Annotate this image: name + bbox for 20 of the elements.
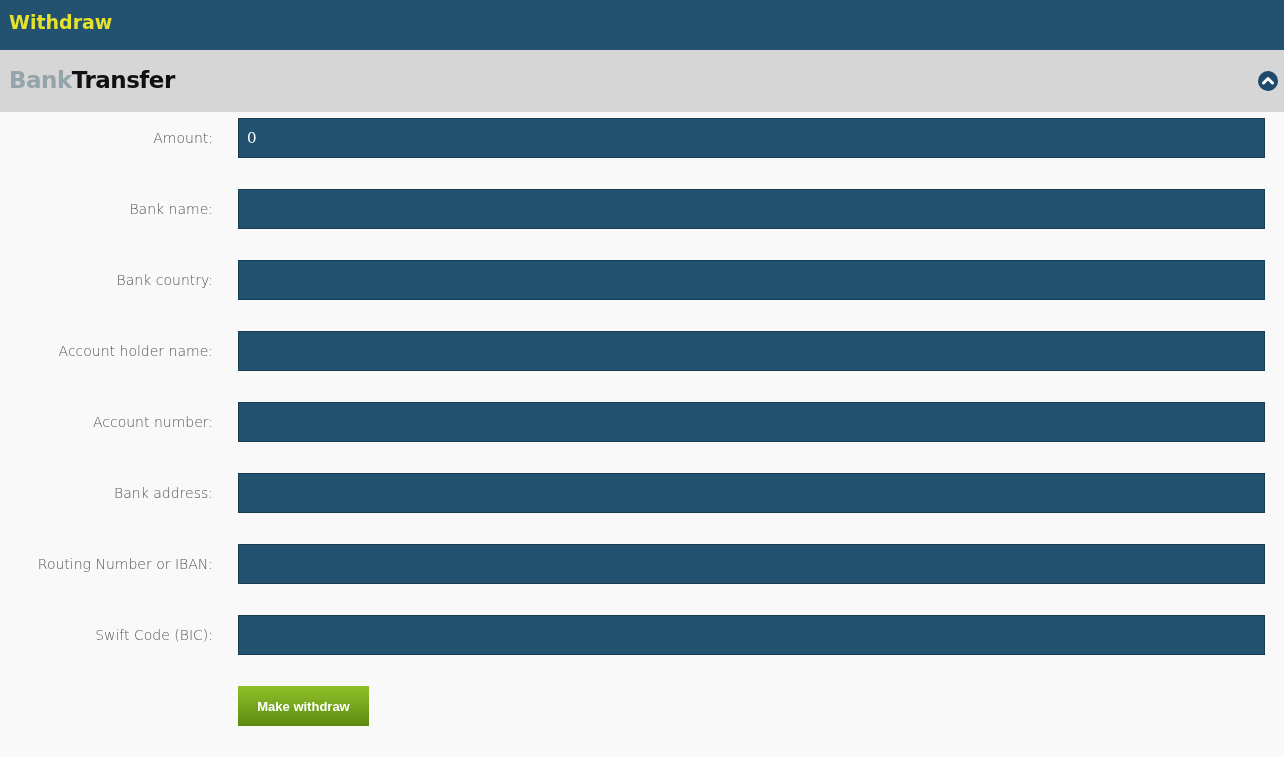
section-title-prefix: Bank bbox=[9, 67, 72, 93]
input-field[interactable] bbox=[238, 189, 1265, 229]
input-field[interactable] bbox=[238, 615, 1265, 655]
collapse-icon[interactable] bbox=[1258, 71, 1278, 91]
input-field[interactable] bbox=[238, 544, 1265, 584]
input-field[interactable] bbox=[238, 402, 1265, 442]
input-field[interactable] bbox=[238, 473, 1265, 513]
field-label: Bank name: bbox=[128, 201, 214, 217]
field-label: Routing Number or IBAN: bbox=[36, 556, 214, 572]
field-label: Bank country: bbox=[115, 272, 214, 288]
field-label: Bank address: bbox=[113, 485, 214, 501]
section-title: Transfer bbox=[71, 67, 175, 93]
input-field[interactable] bbox=[238, 331, 1265, 371]
input-field[interactable]: 0 bbox=[238, 118, 1265, 158]
input-field[interactable] bbox=[238, 260, 1265, 300]
page-title: Withdraw bbox=[9, 11, 113, 33]
field-label: Account holder name: bbox=[57, 343, 214, 359]
field-label: Swift Code (BIC): bbox=[94, 627, 214, 643]
field-label: Amount: bbox=[152, 130, 214, 146]
field-label: Account number: bbox=[91, 414, 214, 430]
